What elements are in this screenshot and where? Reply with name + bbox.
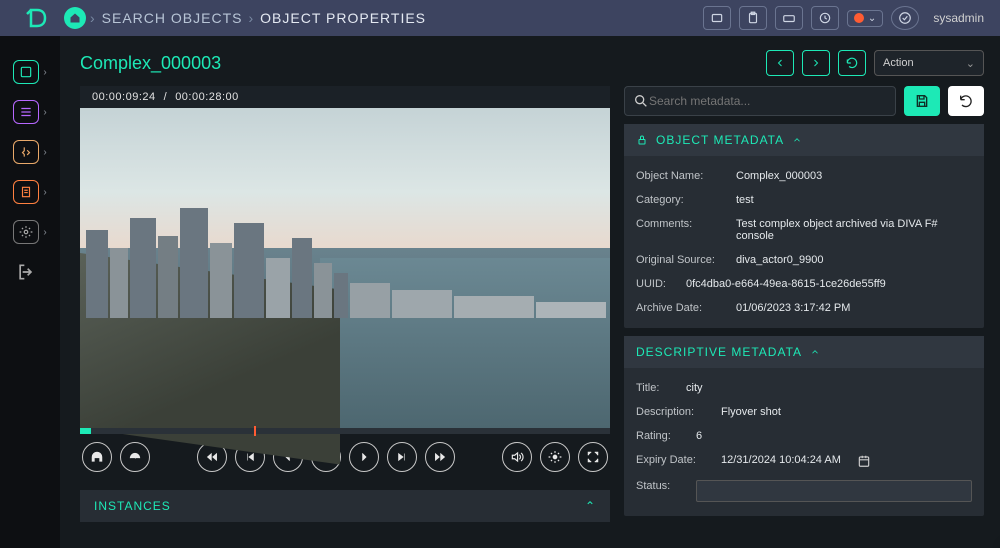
description-label: Description: xyxy=(636,406,711,418)
search-metadata-box[interactable] xyxy=(624,86,896,116)
rating-value: 6 xyxy=(696,430,702,442)
toolbar-btn-keyboard[interactable] xyxy=(775,6,803,30)
object-name-label: Object Name: xyxy=(636,170,726,182)
expiry-value: 12/31/2024 10:04:24 AM xyxy=(721,454,841,468)
original-source-value: diva_actor0_9900 xyxy=(736,254,823,266)
video-progress-fill xyxy=(80,428,91,434)
next-object-button[interactable] xyxy=(802,50,830,76)
metadata-column: OBJECT METADATA Object Name: Complex_0000… xyxy=(624,86,984,526)
status-select[interactable] xyxy=(696,480,972,502)
nav-item-docs[interactable]: › xyxy=(0,174,60,210)
descriptive-metadata-header[interactable]: DESCRIPTIVE METADATA xyxy=(624,336,984,368)
chevron-down-icon: ⌄ xyxy=(868,13,876,24)
main-content: Complex_000003 Action ⌄ 00:00:09:24 / 00… xyxy=(60,36,1000,548)
comments-value: Test complex object archived via DIVA F#… xyxy=(736,218,972,242)
archive-date-label: Archive Date: xyxy=(636,302,726,314)
toolbar-btn-history[interactable] xyxy=(811,6,839,30)
step-forward-button[interactable] xyxy=(349,442,379,472)
category-label: Category: xyxy=(636,194,726,206)
title-value: city xyxy=(686,382,703,394)
chevron-down-icon: ⌄ xyxy=(966,57,975,70)
video-column: 00:00:09:24 / 00:00:28:00 xyxy=(80,86,610,526)
status-label: Status: xyxy=(636,480,686,502)
descriptive-metadata-panel: DESCRIPTIVE METADATA Title: city Descript… xyxy=(624,336,984,516)
video-current-time: 00:00:09:24 xyxy=(92,91,156,103)
skip-forward-button[interactable] xyxy=(387,442,417,472)
breadcrumb-object-properties: OBJECT PROPERTIES xyxy=(260,10,426,26)
uuid-value: 0fc4dba0-e664-49ea-8615-1ce26de55ff9 xyxy=(686,278,886,290)
description-value: Flyover shot xyxy=(721,406,781,418)
save-icon xyxy=(914,93,930,109)
fast-forward-button[interactable] xyxy=(425,442,455,472)
video-total-time: 00:00:28:00 xyxy=(175,91,239,103)
rating-label: Rating: xyxy=(636,430,686,442)
panel-title: OBJECT METADATA xyxy=(656,133,784,147)
chevron-up-icon xyxy=(792,135,802,145)
expiry-label: Expiry Date: xyxy=(636,454,711,468)
save-metadata-button[interactable] xyxy=(904,86,940,116)
chevron-up-icon: ⌃ xyxy=(585,499,596,513)
home-button[interactable] xyxy=(64,7,86,29)
comments-label: Comments: xyxy=(636,218,726,242)
headphones-button[interactable] xyxy=(82,442,112,472)
nav-item-logout[interactable]: › xyxy=(0,254,60,290)
archive-date-value: 01/06/2023 3:17:42 PM xyxy=(736,302,850,314)
object-name-value: Complex_000003 xyxy=(736,170,822,182)
nav-item-actions[interactable]: › xyxy=(0,134,60,170)
video-controls xyxy=(80,434,610,480)
object-metadata-header[interactable]: OBJECT METADATA xyxy=(624,124,984,156)
brand-logo xyxy=(10,0,64,36)
breadcrumb-search-objects[interactable]: SEARCH OBJECTS xyxy=(102,10,243,26)
home-icon xyxy=(69,12,81,24)
breadcrumb: › SEARCH OBJECTS › OBJECT PROPERTIES xyxy=(90,10,426,26)
reset-metadata-button[interactable] xyxy=(948,86,984,116)
object-metadata-panel: OBJECT METADATA Object Name: Complex_0000… xyxy=(624,124,984,328)
refresh-button[interactable] xyxy=(838,50,866,76)
search-icon xyxy=(633,93,649,109)
nav-item-assets[interactable]: › xyxy=(0,54,60,90)
title-label: Title: xyxy=(636,382,676,394)
undo-icon xyxy=(958,93,974,109)
chevron-right-icon: › xyxy=(248,10,254,26)
category-value: test xyxy=(736,194,754,206)
lock-icon xyxy=(636,134,648,146)
original-source-label: Original Source: xyxy=(636,254,726,266)
left-icon-bar: › › › › › › xyxy=(0,36,60,548)
video-progress-track[interactable] xyxy=(80,428,610,434)
chevron-up-icon xyxy=(810,347,820,357)
logout-icon xyxy=(16,262,36,282)
video-timecode-bar: 00:00:09:24 / 00:00:28:00 xyxy=(80,86,610,108)
toolbar-btn-clipboard[interactable] xyxy=(739,6,767,30)
toolbar-btn-check[interactable] xyxy=(891,6,919,30)
nav-item-settings[interactable]: › xyxy=(0,214,60,250)
time-separator: / xyxy=(164,91,168,103)
calendar-icon[interactable] xyxy=(857,454,871,468)
instances-panel-header[interactable]: INSTANCES ⌃ xyxy=(80,490,610,522)
fullscreen-button[interactable] xyxy=(578,442,608,472)
user-name[interactable]: sysadmin xyxy=(927,11,990,25)
uuid-label: UUID: xyxy=(636,278,676,290)
top-bar: › SEARCH OBJECTS › OBJECT PROPERTIES ⌄ s… xyxy=(0,0,1000,36)
action-dropdown[interactable]: Action ⌄ xyxy=(874,50,984,76)
status-dot-icon xyxy=(854,13,864,23)
video-progress-marker xyxy=(254,426,256,436)
object-title: Complex_000003 xyxy=(80,53,221,74)
search-metadata-input[interactable] xyxy=(649,94,887,108)
nav-item-storage[interactable]: › xyxy=(0,94,60,130)
instances-title: INSTANCES xyxy=(94,499,171,513)
speed-button[interactable] xyxy=(120,442,150,472)
video-player[interactable] xyxy=(80,108,610,428)
action-dropdown-label: Action xyxy=(883,57,914,69)
status-menu[interactable]: ⌄ xyxy=(847,10,883,27)
settings-button[interactable] xyxy=(540,442,570,472)
volume-button[interactable] xyxy=(502,442,532,472)
panel-title: DESCRIPTIVE METADATA xyxy=(636,345,802,359)
toolbar-btn-1[interactable] xyxy=(703,6,731,30)
prev-object-button[interactable] xyxy=(766,50,794,76)
chevron-right-icon: › xyxy=(90,10,96,26)
brand-icon xyxy=(25,6,49,30)
